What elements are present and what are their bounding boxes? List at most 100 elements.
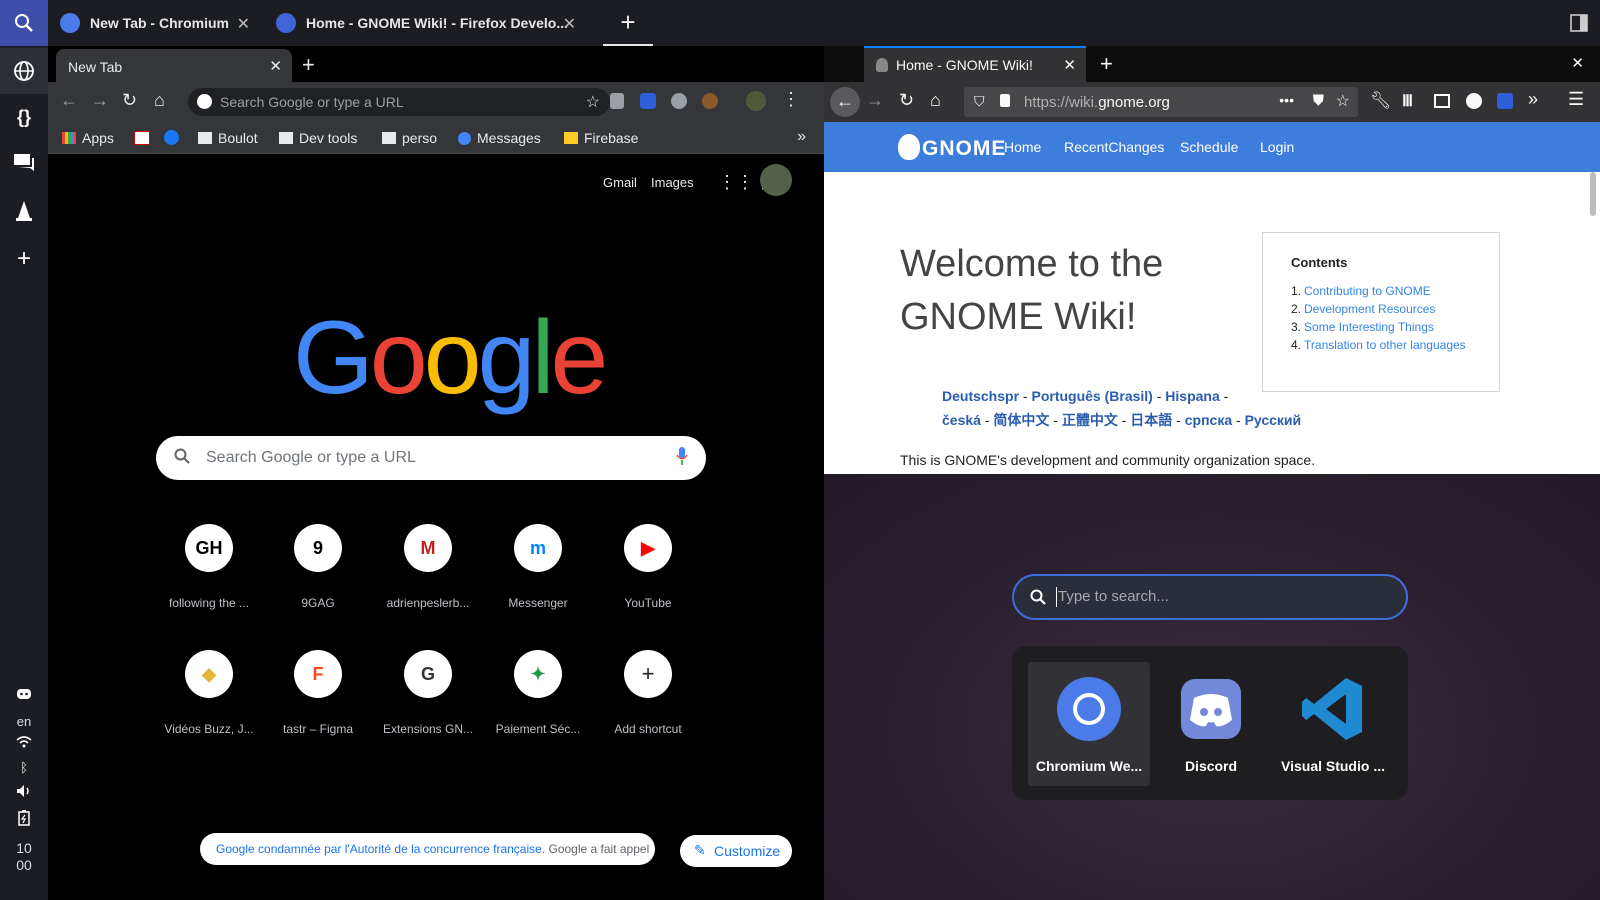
shortcut-tile[interactable]: 9 9GAG: [262, 524, 374, 610]
doodle-promo[interactable]: Google condamnée par l'Autorité de la co…: [200, 833, 655, 865]
account-icon[interactable]: [1466, 93, 1482, 109]
new-workspace-tab-button[interactable]: +: [603, 0, 653, 46]
hamburger-menu-icon[interactable]: ☰: [1568, 89, 1584, 110]
language-link[interactable]: Português (Brasil): [1031, 388, 1152, 404]
facebook-bookmark-icon[interactable]: [164, 130, 179, 145]
add-icon[interactable]: +: [0, 236, 48, 282]
gmail-bookmark-icon[interactable]: [134, 131, 150, 145]
ublock-extension-icon[interactable]: [610, 93, 624, 109]
library-icon[interactable]: Ⅲ: [1402, 91, 1413, 111]
toc-item[interactable]: 2. Development Resources: [1291, 302, 1499, 316]
profile-avatar[interactable]: [746, 91, 766, 111]
bitwarden-extension-icon[interactable]: [1497, 93, 1513, 109]
toc-item[interactable]: 1. Contributing to GNOME: [1291, 284, 1499, 298]
search-icon[interactable]: [0, 0, 48, 46]
language-link[interactable]: 正體中文: [1062, 412, 1118, 428]
close-icon[interactable]: ✕: [237, 14, 250, 34]
app-result-chromium[interactable]: Chromium We...: [1028, 662, 1150, 786]
add-shortcut-tile[interactable]: + Add shortcut: [592, 650, 704, 736]
menu-kebab-icon[interactable]: ⋮: [782, 89, 800, 110]
nav-recentchanges[interactable]: RecentChanges: [1064, 139, 1164, 155]
app-result-vscode[interactable]: Visual Studio ...: [1272, 662, 1394, 786]
close-icon[interactable]: ✕: [563, 14, 576, 34]
shortcut-tile[interactable]: ✦ Paiement Séc...: [482, 650, 594, 736]
language-link[interactable]: česká: [942, 412, 981, 428]
home-icon[interactable]: ⌂: [930, 90, 941, 111]
back-icon[interactable]: ←: [830, 87, 860, 117]
new-tab-button[interactable]: +: [302, 52, 315, 78]
bookmark-star-icon[interactable]: ☆: [586, 92, 600, 112]
bookmark-star-icon[interactable]: ☆: [1336, 91, 1350, 111]
extension-icon[interactable]: [671, 93, 687, 109]
bookmark-folder-devtools[interactable]: Dev tools: [279, 130, 357, 146]
close-window-icon[interactable]: ✕: [1571, 54, 1584, 72]
sidebar-icon[interactable]: [1434, 94, 1450, 108]
shortcut-tile[interactable]: ◆ Vidéos Buzz, J...: [153, 650, 265, 736]
shortcut-tile[interactable]: M adrienpeslerb...: [372, 524, 484, 610]
gnome-logo[interactable]: GNOME: [898, 134, 1006, 161]
overflow-icon[interactable]: »: [1528, 89, 1538, 110]
toc-item[interactable]: 4. Translation to other languages: [1291, 338, 1499, 352]
page-actions-icon[interactable]: •••: [1279, 92, 1294, 108]
bookmarks-overflow-icon[interactable]: »: [797, 128, 806, 146]
language-link[interactable]: Русский: [1245, 412, 1302, 428]
shortcut-tile[interactable]: F tastr – Figma: [262, 650, 374, 736]
pocket-icon[interactable]: ⛊: [1313, 92, 1324, 109]
omnibox[interactable]: Search Google or type a URL ☆: [188, 88, 610, 116]
shortcut-tile[interactable]: G Extensions GN...: [372, 650, 484, 736]
customize-button[interactable]: ✎ Customize: [680, 835, 792, 867]
globe-icon[interactable]: [0, 48, 48, 94]
bookmark-folder-boulot[interactable]: Boulot: [198, 130, 258, 146]
chromium-tab[interactable]: New Tab ✕: [56, 49, 292, 82]
shield-icon[interactable]: ⛉: [974, 93, 985, 110]
language-link[interactable]: српска: [1185, 412, 1232, 428]
language-link[interactable]: 简体中文: [993, 412, 1049, 428]
nav-home[interactable]: Home: [1004, 139, 1041, 155]
discord-tray-icon[interactable]: [0, 688, 48, 703]
back-icon[interactable]: ←: [60, 90, 78, 111]
forward-icon[interactable]: →: [91, 90, 109, 111]
scrollbar-thumb[interactable]: [1590, 172, 1596, 216]
language-link[interactable]: Hispana: [1165, 388, 1219, 404]
microphone-icon[interactable]: [676, 446, 688, 471]
shortcut-tile[interactable]: GH following the ...: [153, 524, 265, 610]
close-tab-icon[interactable]: ✕: [269, 57, 282, 75]
battery-icon[interactable]: [0, 810, 48, 829]
wrench-icon[interactable]: 🔧︎: [1370, 91, 1392, 111]
wifi-icon[interactable]: [0, 736, 48, 751]
chat-icon[interactable]: [0, 140, 48, 186]
workspace-tab-chromium[interactable]: New Tab - Chromium ✕: [60, 0, 250, 46]
close-tab-icon[interactable]: ✕: [1063, 56, 1076, 74]
account-avatar[interactable]: [760, 164, 792, 196]
toc-item[interactable]: 3. Some Interesting Things: [1291, 320, 1499, 334]
layout-toggle-icon[interactable]: [1570, 14, 1588, 37]
nav-schedule[interactable]: Schedule: [1180, 139, 1238, 155]
url-bar[interactable]: ⛉ https://wiki.gnome.org ••• ⛊ ☆: [964, 87, 1358, 117]
workspace-tab-firefox[interactable]: Home - GNOME Wiki! - Firefox Develo... ✕: [276, 0, 576, 46]
images-link[interactable]: Images: [651, 175, 694, 190]
shortcut-tile[interactable]: m Messenger: [482, 524, 594, 610]
bookmark-apps[interactable]: Apps: [62, 130, 114, 146]
gmail-link[interactable]: Gmail: [603, 175, 637, 190]
volume-icon[interactable]: [0, 784, 48, 801]
firefox-tab[interactable]: Home - GNOME Wiki! ✕: [864, 46, 1086, 82]
google-search-box[interactable]: Search Google or type a URL: [156, 436, 706, 480]
app-result-discord[interactable]: Discord: [1150, 662, 1272, 786]
bookmark-messages[interactable]: Messages: [458, 130, 541, 146]
forward-icon[interactable]: →: [866, 90, 884, 111]
shortcut-tile[interactable]: ▶ YouTube: [592, 524, 704, 610]
clock[interactable]: 10 00: [0, 840, 48, 874]
reload-icon[interactable]: ↻: [122, 90, 137, 111]
bluetooth-icon[interactable]: ᛒ: [0, 760, 48, 775]
reload-icon[interactable]: ↻: [899, 90, 914, 111]
bookmark-folder-perso[interactable]: perso: [382, 130, 437, 146]
new-tab-button[interactable]: +: [1100, 51, 1113, 77]
code-braces-icon[interactable]: {}: [0, 94, 48, 140]
keyboard-layout[interactable]: en: [0, 714, 48, 729]
bitwarden-extension-icon[interactable]: [640, 93, 656, 109]
language-link[interactable]: 日本語: [1130, 412, 1172, 428]
home-icon[interactable]: ⌂: [154, 90, 165, 111]
launcher-search-input[interactable]: Type to search...: [1012, 574, 1408, 620]
promo-link[interactable]: Google condamnée par l'Autorité de la co…: [216, 842, 545, 856]
bookmark-firebase[interactable]: Firebase: [564, 130, 638, 146]
